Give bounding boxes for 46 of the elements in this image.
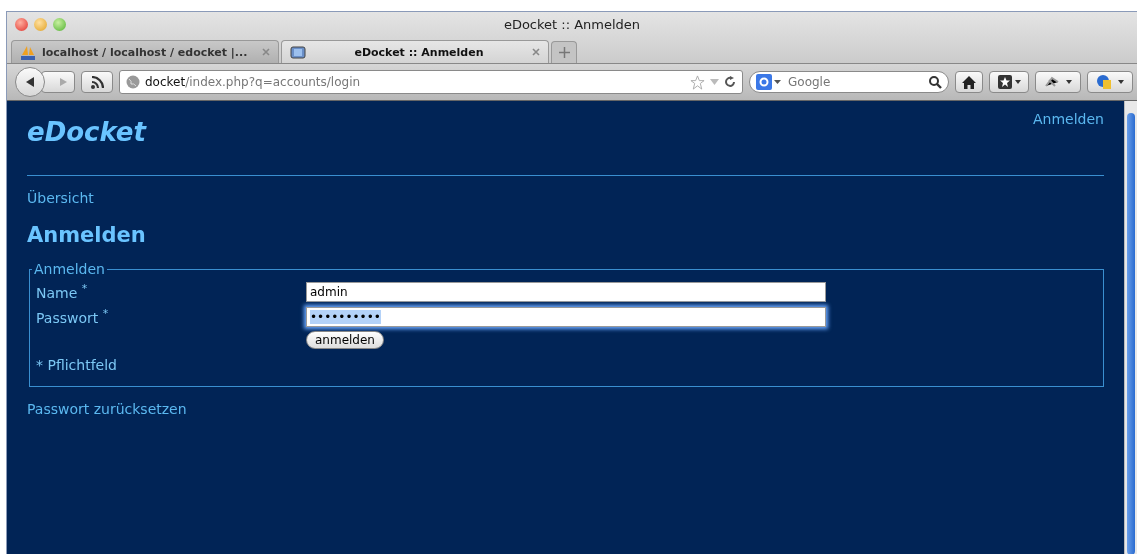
search-engine-icon[interactable] bbox=[756, 74, 782, 90]
login-link[interactable]: Anmelden bbox=[1033, 111, 1104, 127]
addon-button[interactable] bbox=[1087, 71, 1133, 93]
address-bar[interactable]: docket/index.php?q=accounts/login bbox=[119, 70, 743, 94]
caret-icon bbox=[1066, 80, 1072, 84]
home-button[interactable] bbox=[955, 71, 983, 93]
reset-password-link[interactable]: Passwort zurücksetzen bbox=[27, 401, 187, 417]
form-legend: Anmelden bbox=[32, 261, 107, 277]
sailboat-icon bbox=[20, 44, 36, 60]
close-icon[interactable] bbox=[262, 48, 270, 56]
search-field[interactable]: Google bbox=[749, 71, 949, 93]
back-arrow-icon bbox=[24, 76, 36, 88]
input-field[interactable]: admin bbox=[306, 281, 826, 302]
forward-arrow-icon bbox=[58, 77, 68, 87]
login-button[interactable]: anmelden bbox=[306, 331, 384, 349]
required-note: * Pflichtfeld bbox=[36, 357, 117, 373]
bookmarks-button[interactable] bbox=[989, 71, 1029, 93]
scrollbar-thumb[interactable] bbox=[1127, 113, 1135, 554]
home-icon bbox=[962, 75, 976, 89]
star-icon[interactable] bbox=[690, 74, 705, 90]
caret-icon bbox=[1118, 80, 1124, 84]
input-field[interactable]: •••••••••• bbox=[306, 306, 826, 327]
rss-button[interactable] bbox=[81, 71, 113, 93]
plus-icon bbox=[558, 47, 570, 58]
globe-icon bbox=[126, 75, 140, 89]
page-icon bbox=[290, 45, 306, 59]
globe-icon bbox=[1096, 74, 1112, 90]
new-tab-button[interactable] bbox=[551, 41, 577, 63]
search-icon[interactable] bbox=[929, 75, 942, 89]
dropdown-icon[interactable] bbox=[710, 79, 719, 85]
close-button[interactable] bbox=[15, 17, 28, 31]
site-logo[interactable]: eDocket bbox=[27, 117, 146, 147]
star-icon bbox=[997, 75, 1012, 89]
browser-tab[interactable]: localhost / localhost / edocket |... bbox=[11, 40, 279, 63]
breadcrumb-link[interactable]: Übersicht bbox=[27, 190, 94, 206]
field-label: Name $^{*}$ bbox=[36, 282, 89, 301]
field-label: Passwort $^{*}$ bbox=[36, 307, 110, 326]
reload-icon[interactable] bbox=[724, 76, 736, 88]
rss-icon bbox=[90, 75, 104, 89]
caret-icon bbox=[1014, 80, 1021, 84]
window-title: eDocket :: Anmelden bbox=[503, 16, 641, 32]
close-icon[interactable] bbox=[532, 48, 540, 56]
back-button[interactable] bbox=[15, 67, 45, 97]
extension-button[interactable] bbox=[1035, 71, 1081, 93]
browser-tab[interactable]: eDocket :: Anmelden bbox=[281, 40, 549, 63]
page-heading: Anmelden bbox=[27, 223, 147, 247]
